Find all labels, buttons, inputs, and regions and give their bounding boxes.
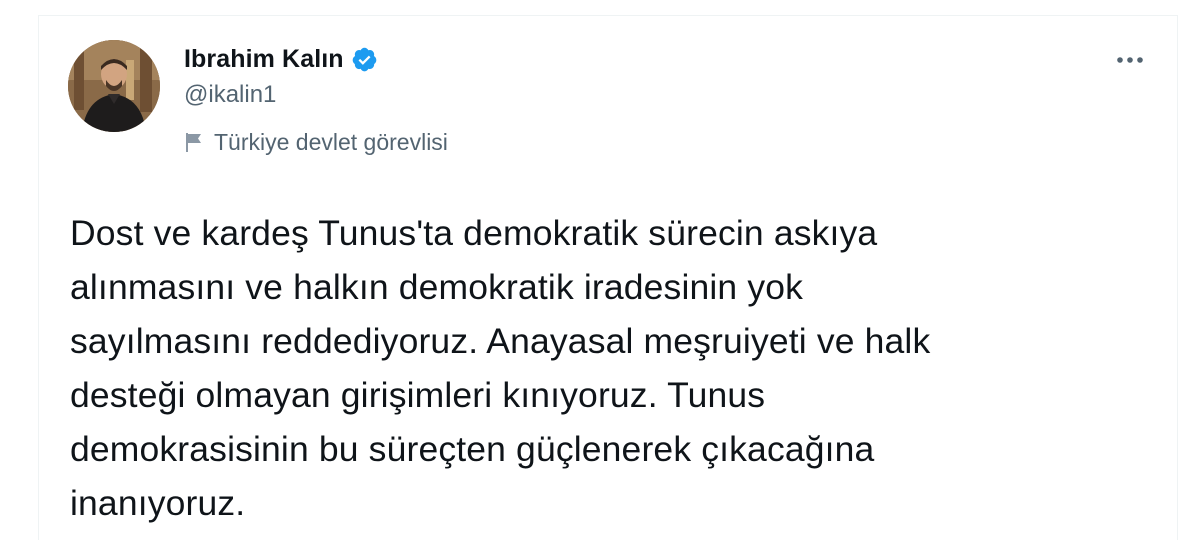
avatar-photo xyxy=(68,40,160,132)
tweet-author: Ibrahim Kalın @ikalin1 Türkiye devlet gö… xyxy=(184,42,448,156)
author-handle[interactable]: @ikalin1 xyxy=(184,80,448,110)
verified-badge-icon xyxy=(351,46,378,73)
tweet-text: Dost ve kardeş Tunus'ta demokratik sürec… xyxy=(70,213,931,523)
author-name-row: Ibrahim Kalın xyxy=(184,42,448,76)
account-label[interactable]: Türkiye devlet görevlisi xyxy=(214,129,448,156)
flag-icon xyxy=(184,131,204,153)
more-options-icon[interactable] xyxy=(1112,48,1148,72)
account-label-row: Türkiye devlet görevlisi xyxy=(184,128,448,156)
author-display-name[interactable]: Ibrahim Kalın xyxy=(184,45,344,74)
avatar[interactable] xyxy=(68,40,160,132)
